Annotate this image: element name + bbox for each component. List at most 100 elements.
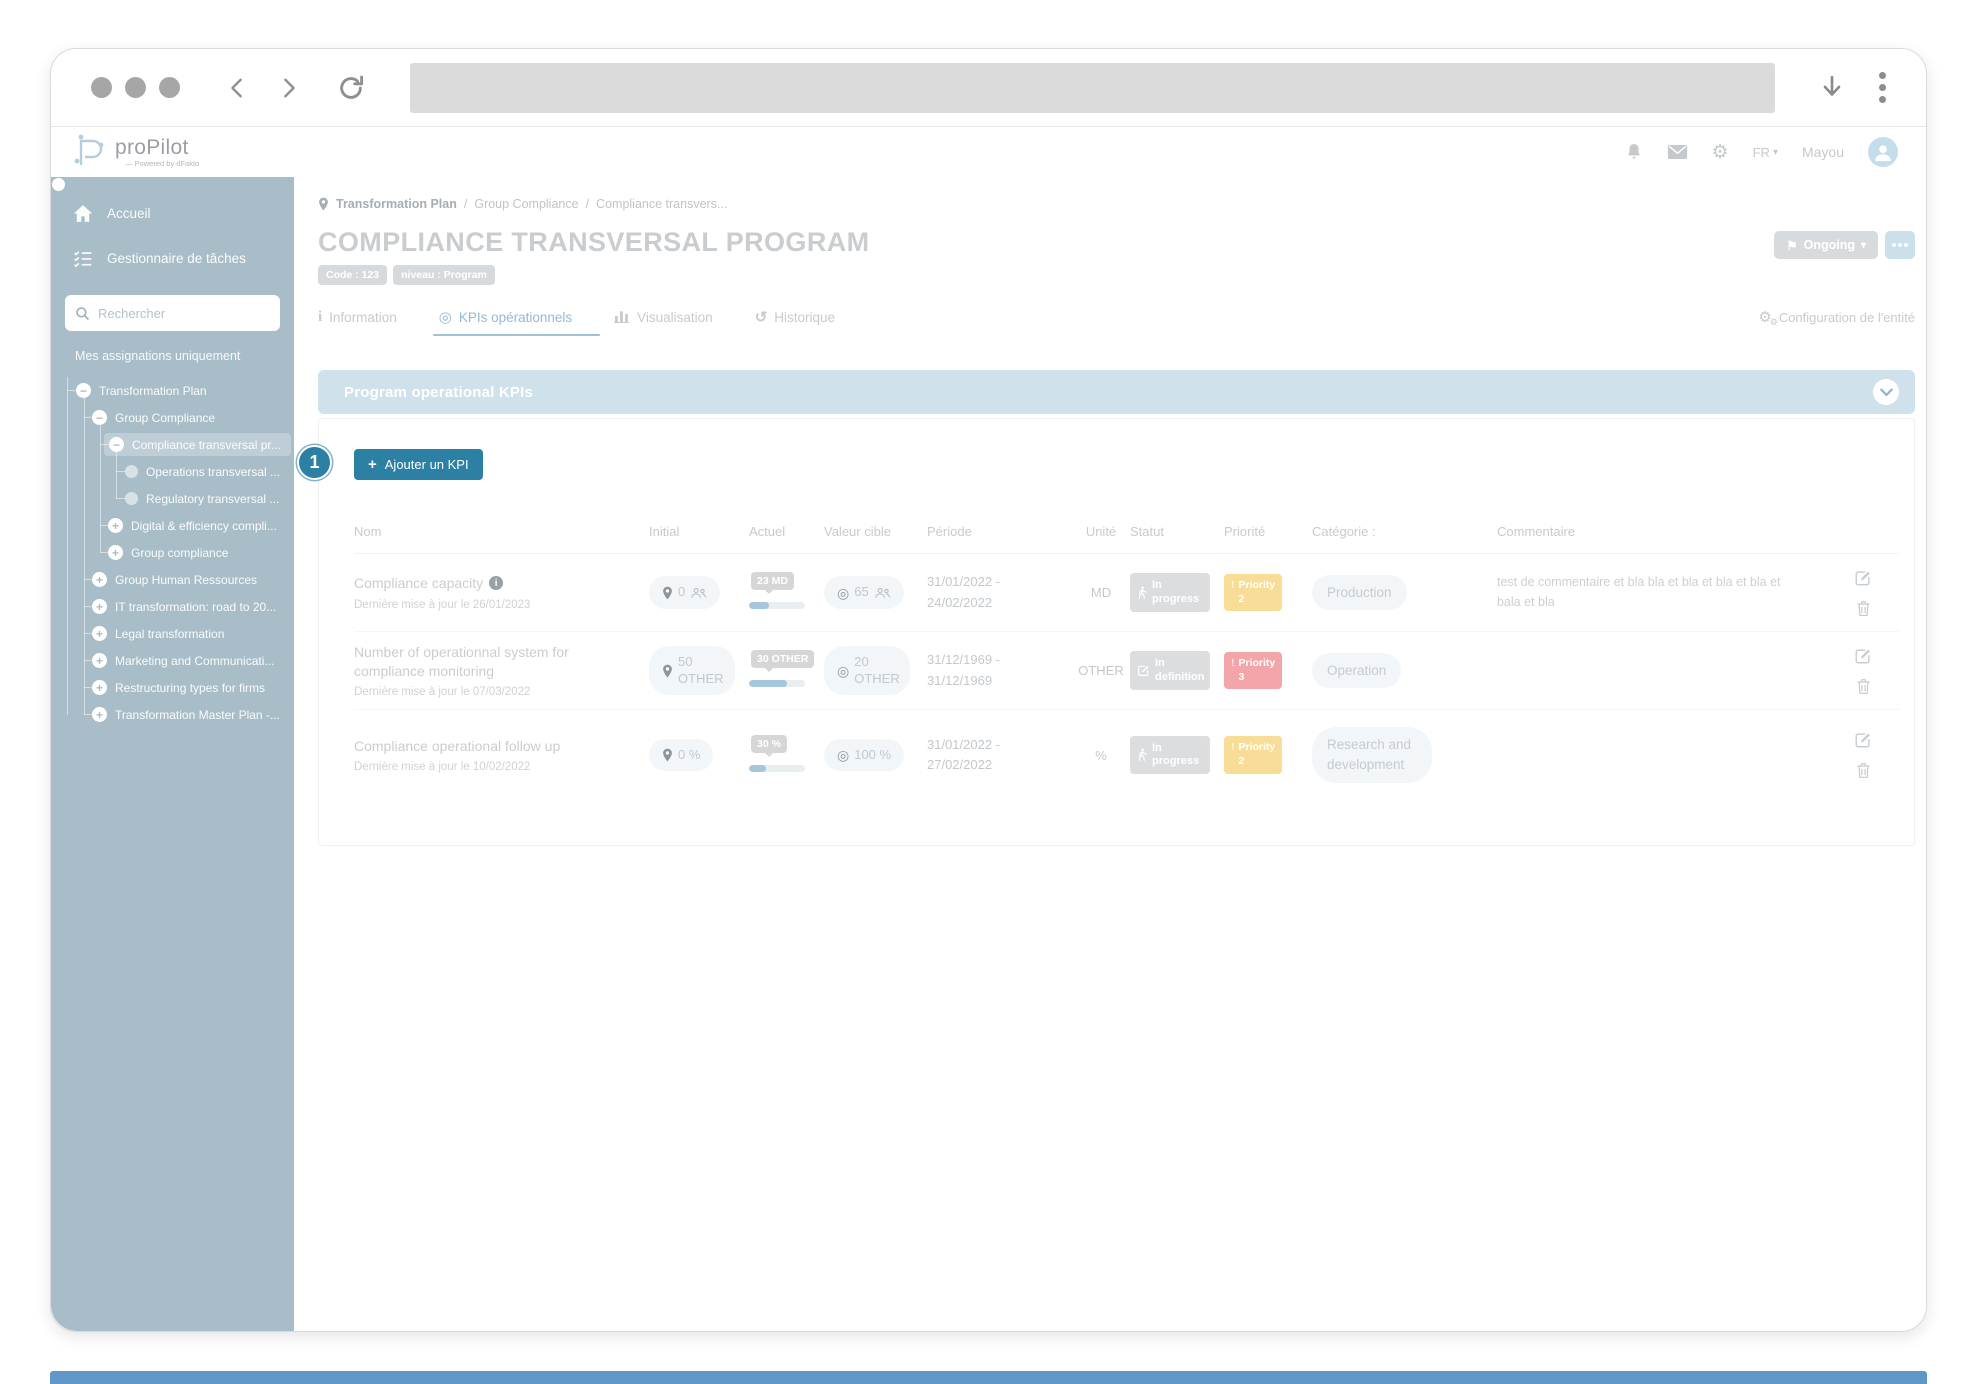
add-kpi-button[interactable]: + Ajouter un KPI (354, 449, 483, 480)
notifications-bell-icon[interactable] (1625, 142, 1643, 162)
table-row: Compliance capacityi Dernière mise à jou… (354, 554, 1899, 632)
entity-config-button[interactable]: ⚙⚙ Configuration de l'entité (1758, 310, 1915, 335)
tree-item[interactable]: − Transformation Plan (51, 377, 294, 404)
url-bar[interactable] (410, 63, 1775, 113)
table-header-row: Nom Initial Actuel Valeur cible Période … (354, 524, 1899, 554)
edit-kpi-button[interactable] (1854, 647, 1872, 665)
expand-node-icon[interactable]: + (108, 545, 123, 560)
expand-node-icon[interactable]: + (92, 572, 107, 587)
tree-item[interactable]: + IT transformation: road to 20... (51, 593, 294, 620)
search-icon (75, 306, 90, 321)
current-value-tooltip: 30 OTHER (751, 650, 814, 668)
expand-node-icon[interactable]: + (108, 518, 123, 533)
tree-item[interactable]: + Group compliance (51, 539, 294, 566)
window-controls[interactable] (91, 77, 180, 98)
collapse-node-icon[interactable]: − (92, 410, 107, 425)
tree-item[interactable]: Regulatory transversal ... (51, 485, 294, 512)
tab-visualisation[interactable]: Visualisation (614, 309, 713, 336)
browser-menu-icon[interactable] (1879, 72, 1886, 103)
window-control-dot[interactable] (159, 77, 180, 98)
sidebar-item-gestionnaire-taches[interactable]: Gestionnaire de tâches (51, 236, 294, 281)
tree-item[interactable]: + Legal transformation (51, 620, 294, 647)
edit-icon (1137, 664, 1150, 677)
last-update-label: Dernière mise à jour le 10/02/2022 (354, 761, 649, 773)
expand-node-icon[interactable]: + (92, 626, 107, 641)
tab-bar: i Information ◎ KPIs opérationnels Visua… (318, 309, 1915, 336)
download-icon[interactable] (1819, 73, 1845, 103)
user-avatar[interactable] (1868, 137, 1898, 167)
propilot-logo-icon (71, 131, 107, 174)
page-title: COMPLIANCE TRANSVERSAL PROGRAM (318, 227, 870, 258)
target-value-pill: ◎ 100 % (824, 739, 904, 771)
sidebar-item-accueil[interactable]: Accueil (51, 191, 294, 236)
exclaim-icon: ! (1231, 741, 1235, 755)
tree-item[interactable]: + Restructuring types for firms (51, 674, 294, 701)
leaf-node-icon (125, 465, 138, 478)
window-control-dot[interactable] (125, 77, 146, 98)
tree-item[interactable]: + Marketing and Communicati... (51, 647, 294, 674)
delete-kpi-button[interactable] (1856, 762, 1871, 779)
flag-icon: ⚑ (1786, 238, 1797, 253)
background-window-edge (50, 1371, 1927, 1384)
language-dropdown[interactable]: FR▾ (1753, 145, 1778, 160)
category-pill: Research and development (1312, 727, 1432, 782)
tab-kpis-operationnels[interactable]: ◎ KPIs opérationnels (439, 309, 572, 336)
tree-item[interactable]: + Group Human Ressources (51, 566, 294, 593)
priority-badge: ! Priority3 (1224, 652, 1282, 689)
walking-icon (1137, 586, 1147, 600)
breadcrumb-item[interactable]: Group Compliance (474, 197, 578, 211)
info-circle-icon[interactable]: i (489, 576, 503, 590)
collapse-node-icon[interactable]: − (76, 383, 91, 398)
people-icon (874, 587, 891, 599)
leaf-node-icon (125, 492, 138, 505)
assignments-toggle-row: Mes assignations uniquement (51, 341, 294, 373)
delete-kpi-button[interactable] (1856, 600, 1871, 617)
table-row: Compliance operational follow up Dernièr… (354, 710, 1899, 800)
expand-node-icon[interactable]: + (92, 653, 107, 668)
gears-icon: ⚙⚙ (1758, 310, 1771, 325)
brand-name: proPilot (115, 137, 199, 158)
expand-node-icon[interactable]: + (92, 599, 107, 614)
search-input[interactable] (98, 306, 270, 321)
back-icon[interactable] (226, 75, 248, 101)
collapse-section-button[interactable] (1873, 379, 1899, 405)
expand-node-icon[interactable]: + (92, 680, 107, 695)
edit-kpi-button[interactable] (1854, 569, 1872, 587)
browser-window: proPilot — Powered by dFakto ⚙ FR▾ Mayou (50, 48, 1927, 1332)
messages-envelope-icon[interactable] (1667, 144, 1688, 160)
refresh-icon[interactable] (336, 73, 366, 103)
tree-item[interactable]: − Group Compliance (51, 404, 294, 431)
location-pin-icon (662, 586, 673, 600)
expand-node-icon[interactable]: + (92, 707, 107, 722)
powered-by: — Powered by dFakto (125, 160, 199, 168)
breadcrumb-item[interactable]: Compliance transvers... (596, 197, 727, 211)
status-badge: In definition (1130, 651, 1210, 689)
unit-label: % (1072, 748, 1130, 763)
forward-icon[interactable] (278, 75, 300, 101)
tab-information[interactable]: i Information (318, 309, 397, 336)
assignments-toggle-label: Mes assignations uniquement (75, 349, 240, 363)
tree-item-selected[interactable]: − Compliance transversal pr... (51, 431, 294, 458)
username-label[interactable]: Mayou (1802, 144, 1844, 160)
people-icon (690, 587, 707, 599)
exclaim-icon: ! (1231, 657, 1235, 671)
delete-kpi-button[interactable] (1856, 678, 1871, 695)
status-dropdown-button[interactable]: ⚑ Ongoing ▾ (1774, 231, 1878, 259)
tree-item[interactable]: + Digital & efficiency compli... (51, 512, 294, 539)
window-control-dot[interactable] (91, 77, 112, 98)
more-actions-button[interactable] (1885, 231, 1915, 259)
last-update-label: Dernière mise à jour le 26/01/2023 (354, 599, 649, 611)
settings-gear-icon[interactable]: ⚙ (1712, 141, 1729, 164)
section-title: Program operational KPIs (344, 384, 533, 401)
propilot-logo: proPilot — Powered by dFakto (71, 131, 199, 174)
breadcrumb-item[interactable]: Transformation Plan (336, 197, 457, 211)
collapse-node-icon[interactable]: − (109, 437, 124, 452)
trash-icon (1856, 678, 1871, 695)
category-pill: Production (1312, 575, 1407, 611)
edit-kpi-button[interactable] (1854, 731, 1872, 749)
tree-item[interactable]: + Transformation Master Plan -... (51, 701, 294, 728)
table-row: Number of operationnal system for compli… (354, 632, 1899, 710)
bullseye-icon: ◎ (837, 748, 849, 762)
tab-historique[interactable]: ↺ Historique (755, 309, 835, 336)
tree-item[interactable]: Operations transversal ... (51, 458, 294, 485)
